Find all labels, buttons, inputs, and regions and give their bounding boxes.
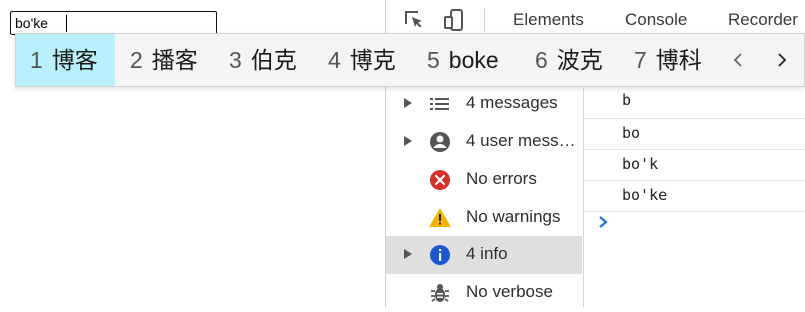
error-icon — [430, 170, 450, 190]
sidebar-item-errors[interactable]: No errors — [386, 161, 582, 199]
page-text-input-box[interactable] — [10, 11, 217, 35]
console-log-line[interactable]: bo'ke — [584, 181, 805, 212]
candidate-number: 4 — [328, 47, 341, 73]
sidebar-item-label: 4 user mess… — [466, 131, 576, 150]
candidate-number: 6 — [535, 47, 548, 73]
candidate-number: 7 — [634, 47, 647, 73]
sidebar-item-info[interactable]: 4 info — [386, 236, 582, 274]
sidebar-item-user-messages[interactable]: 4 user mess… — [386, 123, 582, 161]
console-sidebar: 4 messages 4 user mess… No errors No war… — [386, 88, 584, 307]
ime-candidate-2[interactable]: 2 播客 — [130, 34, 198, 86]
tab-console[interactable]: Console — [625, 10, 687, 30]
ime-candidate-5[interactable]: 5 boke — [427, 34, 499, 86]
candidate-text: boke — [448, 47, 499, 73]
tab-elements[interactable]: Elements — [513, 10, 584, 30]
console-log-line[interactable]: b — [584, 88, 805, 119]
candidate-text: 博客 — [51, 47, 98, 73]
ime-candidate-3[interactable]: 3 伯克 — [229, 34, 297, 86]
candidate-text: 波克 — [556, 47, 603, 73]
console-log-line[interactable]: bo'k — [584, 150, 805, 181]
chevron-left-icon[interactable] — [726, 48, 750, 72]
console-output: b bo bo'k bo'ke — [584, 88, 805, 307]
expand-arrow-icon[interactable] — [404, 136, 412, 146]
console-log-line[interactable]: bo — [584, 119, 805, 150]
candidate-number: 2 — [130, 47, 143, 73]
ime-candidate-7[interactable]: 7 博科 — [634, 34, 702, 86]
candidate-text: 博科 — [655, 47, 702, 73]
ime-candidate-bar: 1 博客 2 播客 3 伯克 4 博克 5 boke 6 波克 7 博科 — [15, 33, 805, 87]
ime-candidate-1[interactable]: 1 博客 — [16, 34, 115, 86]
candidate-number: 5 — [427, 47, 440, 73]
list-icon — [430, 98, 449, 110]
console-log-text: bo — [622, 124, 641, 142]
sidebar-item-warnings[interactable]: No warnings — [386, 199, 582, 237]
console-prompt-icon[interactable] — [596, 215, 610, 229]
tab-recorder[interactable]: Recorder — [728, 10, 798, 30]
inspect-element-icon[interactable] — [402, 8, 426, 32]
candidate-text: 伯克 — [250, 47, 297, 73]
info-icon — [430, 245, 450, 265]
console-log-text: bo'k — [622, 155, 659, 173]
sidebar-item-label: 4 messages — [466, 93, 558, 112]
sidebar-item-label: 4 info — [466, 244, 508, 263]
expand-arrow-icon[interactable] — [404, 98, 412, 108]
sidebar-item-label: No verbose — [466, 282, 553, 301]
candidate-text: 博克 — [349, 47, 396, 73]
page-text-input[interactable] — [11, 12, 216, 34]
console-log-text: b — [622, 91, 632, 109]
candidate-number: 1 — [30, 47, 43, 73]
user-icon — [430, 132, 450, 152]
candidate-text: 播客 — [151, 47, 198, 73]
bug-icon — [431, 284, 449, 302]
device-toolbar-icon[interactable] — [442, 8, 466, 32]
ime-candidate-6[interactable]: 6 波克 — [535, 34, 603, 86]
sidebar-item-label: No warnings — [466, 207, 561, 226]
warning-icon — [429, 208, 451, 227]
console-log-text: bo'ke — [622, 186, 668, 204]
toolbar-divider — [484, 8, 485, 32]
text-caret — [66, 15, 67, 32]
sidebar-item-messages[interactable]: 4 messages — [386, 85, 582, 123]
expand-arrow-icon[interactable] — [404, 249, 412, 259]
chevron-right-icon[interactable] — [770, 48, 794, 72]
candidate-number: 3 — [229, 47, 242, 73]
ime-candidate-4[interactable]: 4 博克 — [328, 34, 396, 86]
sidebar-item-verbose[interactable]: No verbose — [386, 274, 582, 312]
sidebar-item-label: No errors — [466, 169, 537, 188]
